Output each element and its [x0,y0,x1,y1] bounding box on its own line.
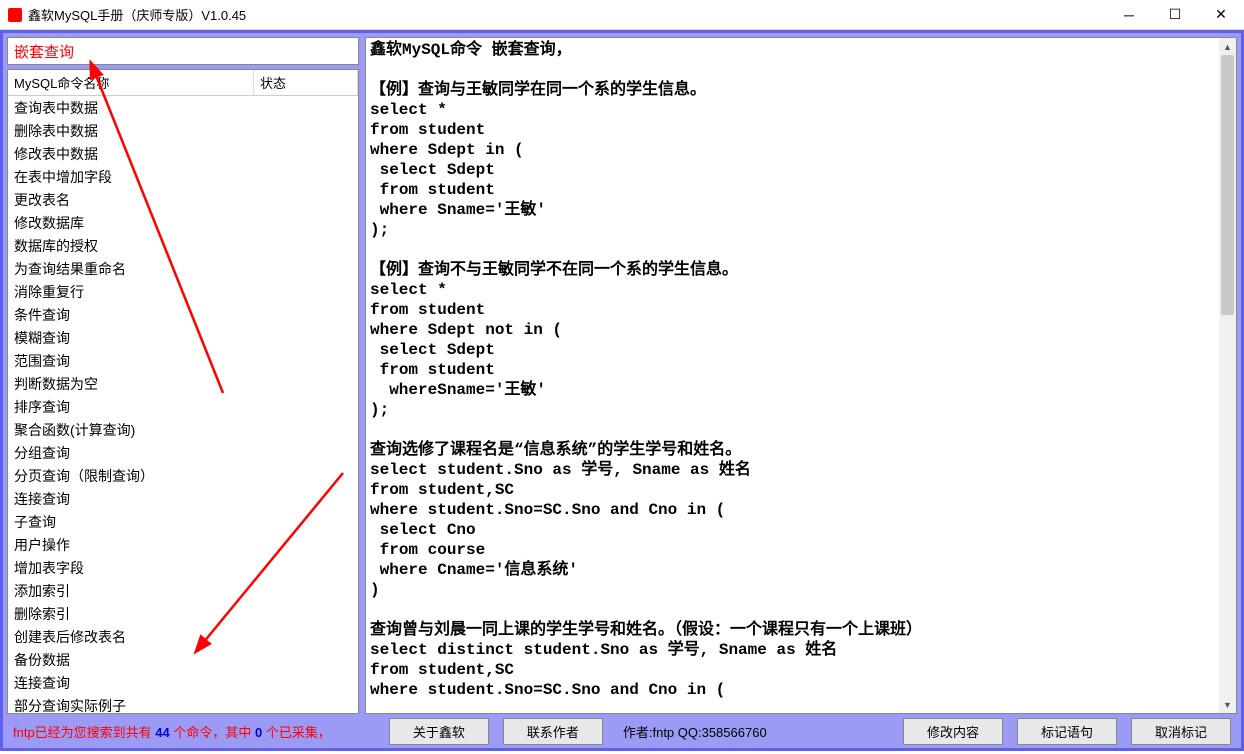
search-box [7,37,359,65]
about-button[interactable]: 关于鑫软 [389,718,489,745]
status-prefix: fntp已经为您搜索到共有 [13,725,155,740]
list-item[interactable]: 删除表中数据 [8,119,358,142]
content-scrollbar[interactable]: ▲ ▼ [1219,38,1236,713]
search-input[interactable] [14,40,352,62]
minimize-button[interactable]: ─ [1106,0,1152,30]
list-item[interactable]: 子查询 [8,510,358,533]
list-item[interactable]: 模糊查询 [8,326,358,349]
list-item[interactable]: 判断数据为空 [8,372,358,395]
list-item[interactable]: 条件查询 [8,303,358,326]
list-item[interactable]: 删除索引 [8,602,358,625]
right-column: 鑫软MySQL命令 嵌套查询， 【例】查询与王敏同学在同一个系的学生信息。 se… [365,37,1237,714]
unmark-button[interactable]: 取消标记 [1131,718,1231,745]
edit-button[interactable]: 修改内容 [903,718,1003,745]
bottom-bar: fntp已经为您搜索到共有 44 个命令，其中 0 个已采集， 关于鑫软 联系作… [3,714,1241,748]
list-item[interactable]: 为查询结果重命名 [8,257,358,280]
command-list-panel: MySQL命令名称 状态 查询表中数据删除表中数据修改表中数据在表中增加字段更改… [7,69,359,714]
window-title: 鑫软MySQL手册（庆师专版）V1.0.45 [28,5,1106,24]
scroll-up-icon[interactable]: ▲ [1219,38,1236,55]
list-item[interactable]: 查询表中数据 [8,96,358,119]
list-item[interactable]: 更改表名 [8,188,358,211]
scroll-thumb[interactable] [1221,55,1234,315]
list-item[interactable]: 连接查询 [8,487,358,510]
list-item[interactable]: 连接查询 [8,671,358,694]
list-item[interactable]: 数据库的授权 [8,234,358,257]
mark-button[interactable]: 标记语句 [1017,718,1117,745]
list-item[interactable]: 创建表后修改表名 [8,625,358,648]
main-frame: MySQL命令名称 状态 查询表中数据删除表中数据修改表中数据在表中增加字段更改… [0,30,1244,751]
list-item[interactable]: 在表中增加字段 [8,165,358,188]
list-item[interactable]: 用户操作 [8,533,358,556]
list-item[interactable]: 聚合函数(计算查询) [8,418,358,441]
list-item[interactable]: 消除重复行 [8,280,358,303]
contact-button[interactable]: 联系作者 [503,718,603,745]
titlebar: 鑫软MySQL手册（庆师专版）V1.0.45 ─ ☐ ✕ [0,0,1244,30]
list-header-name[interactable]: MySQL命令名称 [8,70,254,95]
content-area[interactable]: 鑫软MySQL命令 嵌套查询， 【例】查询与王敏同学在同一个系的学生信息。 se… [366,38,1219,713]
list-item[interactable]: 分组查询 [8,441,358,464]
list-item[interactable]: 备份数据 [8,648,358,671]
list-header-status[interactable]: 状态 [254,70,358,95]
list-header: MySQL命令名称 状态 [8,70,358,96]
app-icon [8,8,22,22]
list-item[interactable]: 修改数据库 [8,211,358,234]
list-item[interactable]: 范围查询 [8,349,358,372]
list-item[interactable]: 添加索引 [8,579,358,602]
list-body[interactable]: 查询表中数据删除表中数据修改表中数据在表中增加字段更改表名修改数据库数据库的授权… [8,96,358,713]
list-item[interactable]: 排序查询 [8,395,358,418]
scroll-down-icon[interactable]: ▼ [1219,696,1236,713]
status-text: fntp已经为您搜索到共有 44 个命令，其中 0 个已采集， [13,722,331,741]
list-item[interactable]: 分页查询（限制查询） [8,464,358,487]
list-item[interactable]: 部分查询实际例子 [8,694,358,713]
list-item[interactable]: 增加表字段 [8,556,358,579]
close-button[interactable]: ✕ [1198,0,1244,30]
status-mid: 个命令，其中 [170,725,255,740]
content-row: MySQL命令名称 状态 查询表中数据删除表中数据修改表中数据在表中增加字段更改… [3,33,1241,714]
author-text: 作者:fntp QQ:358566760 [617,722,773,741]
status-suffix: 个已采集， [262,725,331,740]
maximize-button[interactable]: ☐ [1152,0,1198,30]
status-count: 44 [155,725,169,740]
list-item[interactable]: 修改表中数据 [8,142,358,165]
left-column: MySQL命令名称 状态 查询表中数据删除表中数据修改表中数据在表中增加字段更改… [7,37,359,714]
